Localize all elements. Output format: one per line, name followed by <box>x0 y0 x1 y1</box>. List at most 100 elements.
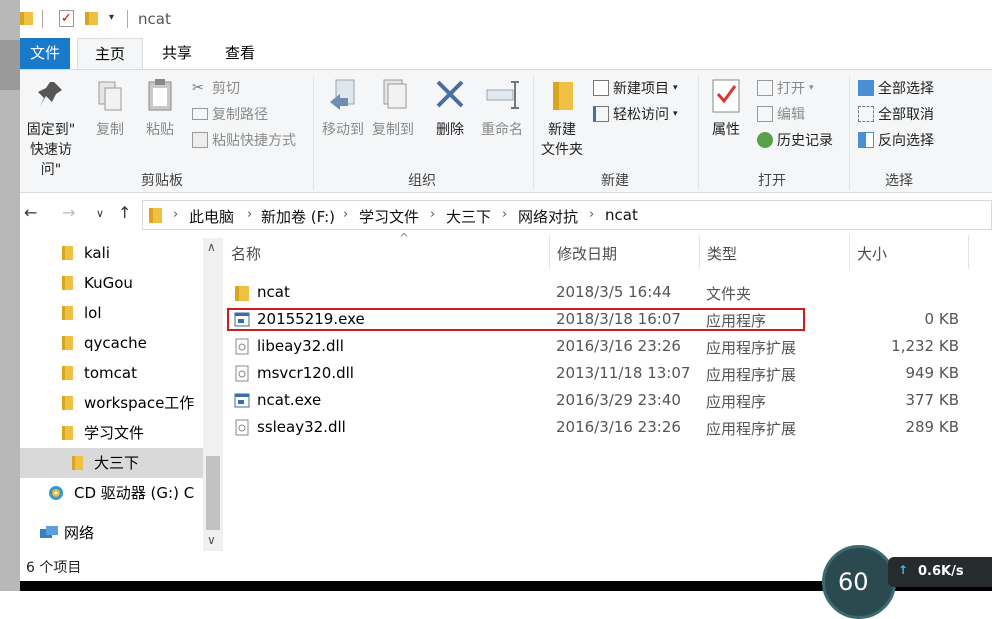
paste-shortcut-button[interactable]: 粘贴快捷方式 <box>192 130 296 150</box>
nav-item-network[interactable]: 网络 <box>20 518 203 548</box>
cut-button[interactable]: ✂ 剪切 <box>192 78 240 98</box>
paste-label: 粘贴 <box>146 122 174 138</box>
copy-path-icon <box>192 108 208 120</box>
invert-selection-button[interactable]: 反向选择 <box>858 130 934 150</box>
customize-toolbar-icon[interactable]: ▾ <box>109 12 114 23</box>
nav-item-tomcat[interactable]: tomcat <box>20 358 203 388</box>
copy-button[interactable]: 复制 <box>92 76 128 140</box>
new-item-icon <box>593 80 609 96</box>
properties-button[interactable]: 属性 <box>706 76 746 140</box>
nav-item-qycache[interactable]: qycache <box>20 328 203 358</box>
new-folder-button[interactable]: 新建 文件夹 <box>538 76 586 160</box>
scroll-down-icon[interactable]: ∨ <box>207 533 216 547</box>
up-arrow-icon[interactable]: ↑ <box>118 203 131 222</box>
nav-item-junior-spring[interactable]: 大三下 <box>20 448 203 478</box>
group-label-clipboard: 剪贴板 <box>141 173 183 189</box>
column-divider[interactable] <box>849 235 850 269</box>
back-arrow-icon[interactable]: ← <box>24 203 37 222</box>
forward-arrow-icon[interactable]: → <box>62 203 75 222</box>
navigation-scrollbar[interactable]: ∧ ∨ <box>203 238 223 551</box>
breadcrumb-volume-f[interactable]: 新加卷 (F:) <box>261 206 335 227</box>
folder-icon <box>62 306 73 320</box>
scroll-thumb[interactable] <box>206 456 220 530</box>
scroll-up-icon[interactable]: ∧ <box>207 240 216 254</box>
nav-item-kugou[interactable]: KuGou <box>20 268 203 298</box>
ribbon-tabs: 文件 主页 共享 查看 <box>20 38 992 70</box>
dll-icon <box>235 338 249 355</box>
select-all-icon <box>858 80 874 96</box>
file-date: 2016/3/16 23:26 <box>556 418 681 436</box>
column-divider[interactable] <box>549 235 550 269</box>
highlight-annotation-box <box>227 308 805 331</box>
new-item-button[interactable]: 新建项目 ▾ <box>593 78 678 98</box>
chevron-right-icon: › <box>247 207 253 222</box>
nav-item-label: lol <box>84 304 102 322</box>
nav-item-study-files[interactable]: 学习文件 <box>20 418 203 448</box>
properties-quick-icon[interactable]: ✓ <box>59 10 74 27</box>
folder-icon <box>62 246 73 260</box>
table-row[interactable]: ncat.exe 2016/3/29 23:40 应用程序 377 KB <box>223 387 992 414</box>
folder-icon <box>72 456 83 470</box>
tab-share[interactable]: 共享 <box>147 38 207 70</box>
gauge-value: 60 <box>838 568 869 596</box>
sort-ascending-icon: ^ <box>399 231 410 245</box>
recent-locations-chevron-icon[interactable]: ∨ <box>96 207 104 220</box>
address-box[interactable]: › 此电脑 › 新加卷 (F:) › 学习文件 › 大三下 › 网络对抗 › n… <box>142 200 992 230</box>
copy-label: 复制 <box>96 122 124 138</box>
file-list: ^ 名称 修改日期 类型 大小 ncat 2018/3/5 16:44 文件夹 … <box>223 231 992 551</box>
tab-view[interactable]: 查看 <box>207 38 273 70</box>
easy-access-button[interactable]: 轻松访问 ▾ <box>593 104 678 124</box>
column-header-type[interactable]: 类型 <box>707 243 737 264</box>
breadcrumb-network-attack[interactable]: 网络对抗 <box>518 206 578 227</box>
file-size: 0 KB <box>924 310 959 328</box>
file-name: libeay32.dll <box>257 337 344 355</box>
table-row[interactable]: msvcr120.dll 2013/11/18 13:07 应用程序扩展 949… <box>223 360 992 387</box>
nav-item-lol[interactable]: lol <box>20 298 203 328</box>
tab-home[interactable]: 主页 <box>77 38 143 70</box>
new-folder-quick-icon[interactable] <box>85 11 98 25</box>
column-header-name[interactable]: 名称 <box>231 243 261 264</box>
edit-button[interactable]: 编辑 <box>757 104 805 124</box>
open-button[interactable]: 打开 ▾ <box>757 78 814 98</box>
upload-arrow-icon: ↑ <box>898 563 909 577</box>
breadcrumb-ncat[interactable]: ncat <box>605 206 638 224</box>
nav-item-workspace[interactable]: workspace工作 <box>20 388 203 418</box>
breadcrumb-this-pc[interactable]: 此电脑 <box>189 206 234 227</box>
rename-button[interactable]: 重命名 <box>478 76 526 140</box>
breadcrumb-junior-spring[interactable]: 大三下 <box>446 206 491 227</box>
nav-item-kali[interactable]: kali <box>20 238 203 268</box>
nav-item-label: 学习文件 <box>84 424 145 442</box>
file-type: 应用程序扩展 <box>706 420 797 438</box>
performance-gauge[interactable]: 60 <box>822 545 896 619</box>
column-divider[interactable] <box>699 235 700 269</box>
breadcrumb-study-files[interactable]: 学习文件 <box>359 206 419 227</box>
nav-item-cd-drive[interactable]: CD 驱动器 (G:) C <box>20 478 203 508</box>
select-none-button[interactable]: 全部取消 <box>858 104 934 124</box>
edit-label: 编辑 <box>777 107 805 123</box>
column-header-date[interactable]: 修改日期 <box>557 243 617 264</box>
table-row[interactable]: libeay32.dll 2016/3/16 23:26 应用程序扩展 1,23… <box>223 333 992 360</box>
copy-path-button[interactable]: 复制路径 <box>192 104 268 124</box>
network-speed-widget[interactable]: ↑ 0.6K/s <box>888 557 992 587</box>
history-button[interactable]: 历史记录 <box>757 130 833 150</box>
delete-button[interactable]: 删除 <box>432 76 468 140</box>
chevron-right-icon: › <box>173 207 179 222</box>
tab-file[interactable]: 文件 <box>20 38 70 70</box>
easy-access-label: 轻松访问 <box>613 107 669 123</box>
paste-button[interactable]: 粘贴 <box>142 76 178 140</box>
chevron-right-icon: › <box>502 207 508 222</box>
file-date: 2018/3/5 16:44 <box>556 283 672 301</box>
select-all-button[interactable]: 全部选择 <box>858 78 934 98</box>
table-row[interactable]: ncat 2018/3/5 16:44 文件夹 <box>223 279 992 306</box>
copy-icon <box>98 81 122 111</box>
nav-item-label: workspace工作 <box>84 394 195 412</box>
column-divider[interactable] <box>968 235 969 269</box>
copy-to-button[interactable]: 复制到 <box>369 76 417 140</box>
move-to-button[interactable]: 移动到 <box>319 76 367 140</box>
delete-x-icon <box>436 80 464 108</box>
pin-quick-access-button[interactable]: 固定到" 快速访问" <box>22 76 80 180</box>
dropdown-arrow-icon: ▾ <box>673 109 678 119</box>
column-header-size[interactable]: 大小 <box>857 243 887 264</box>
table-row[interactable]: ssleay32.dll 2016/3/16 23:26 应用程序扩展 289 … <box>223 414 992 441</box>
rename-icon <box>486 81 519 109</box>
